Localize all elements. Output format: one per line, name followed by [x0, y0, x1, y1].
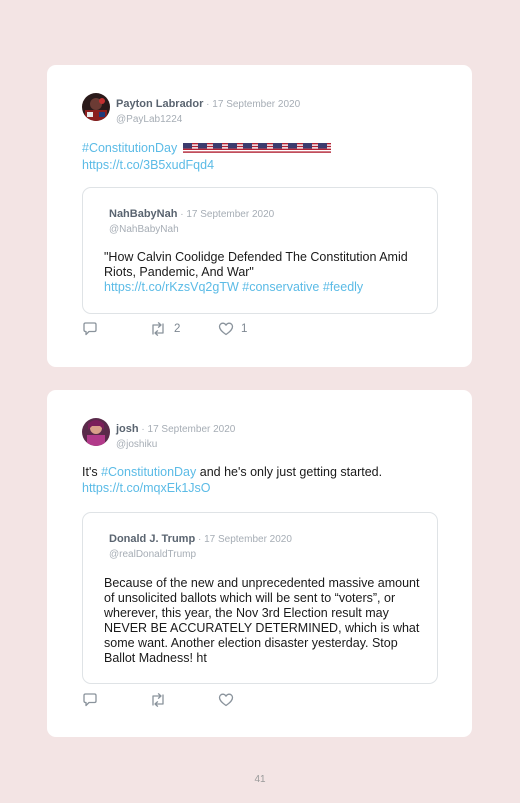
- avatar[interactable]: [82, 93, 110, 121]
- retweet-button[interactable]: [149, 693, 167, 707]
- separator: ·: [138, 424, 148, 435]
- quoted-author-name[interactable]: Donald J. Trump: [109, 533, 195, 545]
- reply-icon: [83, 322, 97, 336]
- quoted-author-handle[interactable]: @realDonaldTrump: [109, 549, 292, 560]
- quoted-text: Because of the new and unprecedented mas…: [104, 576, 424, 667]
- like-icon: [218, 693, 234, 707]
- author-handle[interactable]: @PayLab1224: [116, 114, 300, 125]
- us-flag-icon: [182, 141, 331, 157]
- author-handle[interactable]: @joshiku: [116, 439, 235, 450]
- quoted-body: Because of the new and unprecedented mas…: [104, 576, 420, 665]
- quoted-author-handle[interactable]: @NahBabyNah: [109, 224, 274, 235]
- reply-icon: [83, 693, 97, 707]
- separator: ·: [195, 534, 205, 545]
- quoted-text: "How Calvin Coolidge Defended The Consti…: [104, 250, 424, 295]
- tweet-date[interactable]: 17 September 2020: [212, 99, 300, 110]
- tweet-link[interactable]: https://t.co/mqxEk1JsO: [82, 481, 211, 495]
- quoted-author-name[interactable]: NahBabyNah: [109, 208, 177, 220]
- retweet-icon: [152, 693, 164, 707]
- quoted-tweet[interactable]: Donald J. Trump · 17 September 2020 @rea…: [82, 512, 438, 684]
- page-number: 41: [254, 774, 266, 785]
- tweet-card-2: josh · 17 September 2020 @joshiku It's #…: [47, 390, 472, 737]
- author-name[interactable]: josh: [116, 423, 139, 435]
- tweet-actions: [82, 693, 442, 709]
- like-button[interactable]: 1: [218, 322, 247, 336]
- quoted-body: "How Calvin Coolidge Defended The Consti…: [104, 250, 408, 279]
- quoted-tweet[interactable]: NahBabyNah · 17 September 2020 @NahBabyN…: [82, 187, 438, 314]
- like-button[interactable]: [218, 693, 234, 707]
- retweet-button[interactable]: 2: [149, 322, 180, 336]
- hashtag-link[interactable]: #ConstitutionDay: [101, 465, 196, 479]
- reply-button[interactable]: [82, 322, 98, 336]
- quoted-date[interactable]: 17 September 2020: [186, 209, 274, 220]
- avatar[interactable]: [82, 418, 110, 446]
- reply-button[interactable]: [82, 693, 98, 707]
- like-icon: [218, 322, 234, 336]
- tweet-body-end: and he's only just getting started.: [196, 465, 383, 479]
- tweet-link[interactable]: https://t.co/3B5xudFqd4: [82, 158, 214, 172]
- retweet-count: 2: [174, 323, 181, 335]
- hashtag-link[interactable]: #feedly: [323, 280, 363, 294]
- tweet-text: #ConstitutionDay https://t.co/3B5xudFqd4: [82, 140, 442, 173]
- tweet-text: It's #ConstitutionDay and he's only just…: [82, 464, 442, 496]
- hashtag-link[interactable]: #ConstitutionDay: [82, 141, 177, 155]
- hashtag-link[interactable]: #conservative: [242, 280, 319, 294]
- author-name[interactable]: Payton Labrador: [116, 98, 203, 110]
- tweet-actions: 2 1: [82, 322, 442, 338]
- quoted-link[interactable]: https://t.co/rKzsVq2gTW: [104, 280, 239, 294]
- tweet-body-start: It's: [82, 465, 102, 479]
- tweet-card-1: Payton Labrador · 17 September 2020 @Pay…: [47, 65, 472, 367]
- tweet-date[interactable]: 17 September 2020: [148, 424, 236, 435]
- separator: ·: [203, 99, 213, 110]
- quoted-date[interactable]: 17 September 2020: [204, 534, 292, 545]
- retweet-icon: [152, 322, 164, 336]
- like-count: 1: [241, 323, 248, 335]
